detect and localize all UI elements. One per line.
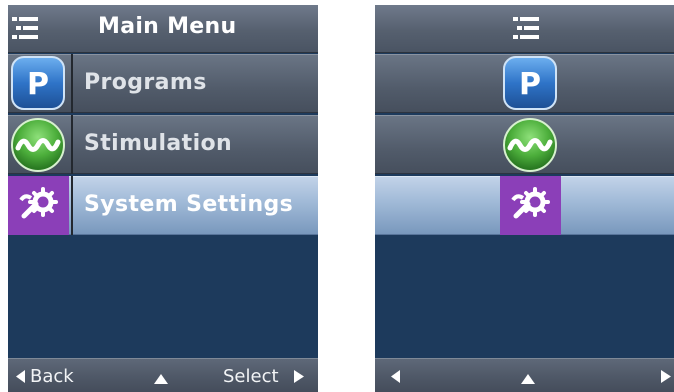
arrow-left-icon[interactable] bbox=[391, 370, 401, 383]
arrow-right-icon bbox=[294, 370, 304, 383]
page-title: Main Menu bbox=[98, 14, 237, 39]
header-bar bbox=[375, 5, 674, 53]
menu-item-programs[interactable]: P Programs bbox=[8, 54, 318, 113]
menu-item-stimulation[interactable] bbox=[375, 115, 674, 174]
menu-item-system-settings[interactable]: System Settings bbox=[8, 176, 318, 235]
arrow-up-icon[interactable] bbox=[521, 374, 535, 384]
footer-bar bbox=[375, 358, 674, 392]
svg-text:P: P bbox=[519, 67, 541, 102]
menu-item-label: Programs bbox=[84, 70, 207, 95]
footer-bar: Back Select bbox=[8, 358, 318, 392]
arrow-left-icon bbox=[16, 370, 25, 383]
main-menu-screen-labeled: Main Menu P Programs Stimulation System … bbox=[8, 5, 318, 392]
programs-p-icon: P bbox=[503, 56, 557, 110]
arrow-right-icon[interactable] bbox=[661, 370, 671, 383]
main-menu-screen-icons-only: P bbox=[375, 5, 674, 392]
header-bar: Main Menu bbox=[8, 5, 318, 53]
arrow-up-icon[interactable] bbox=[154, 374, 168, 384]
menu-item-stimulation[interactable]: Stimulation bbox=[8, 115, 318, 174]
back-button[interactable]: Back bbox=[30, 366, 74, 387]
select-button[interactable]: Select bbox=[223, 366, 279, 387]
menu-item-label: Stimulation bbox=[84, 131, 233, 156]
menu-item-programs[interactable]: P bbox=[375, 54, 674, 113]
stimulation-wave-icon bbox=[503, 118, 557, 172]
system-settings-gear-icon bbox=[8, 176, 69, 235]
svg-text:P: P bbox=[27, 67, 49, 102]
menu-item-system-settings[interactable] bbox=[375, 176, 674, 235]
menu-list-icon bbox=[513, 17, 539, 39]
stimulation-wave-icon bbox=[11, 118, 65, 172]
programs-p-icon: P bbox=[11, 56, 65, 110]
menu-item-label: System Settings bbox=[84, 192, 294, 217]
system-settings-gear-icon bbox=[500, 176, 561, 235]
menu-list-icon bbox=[12, 17, 38, 39]
